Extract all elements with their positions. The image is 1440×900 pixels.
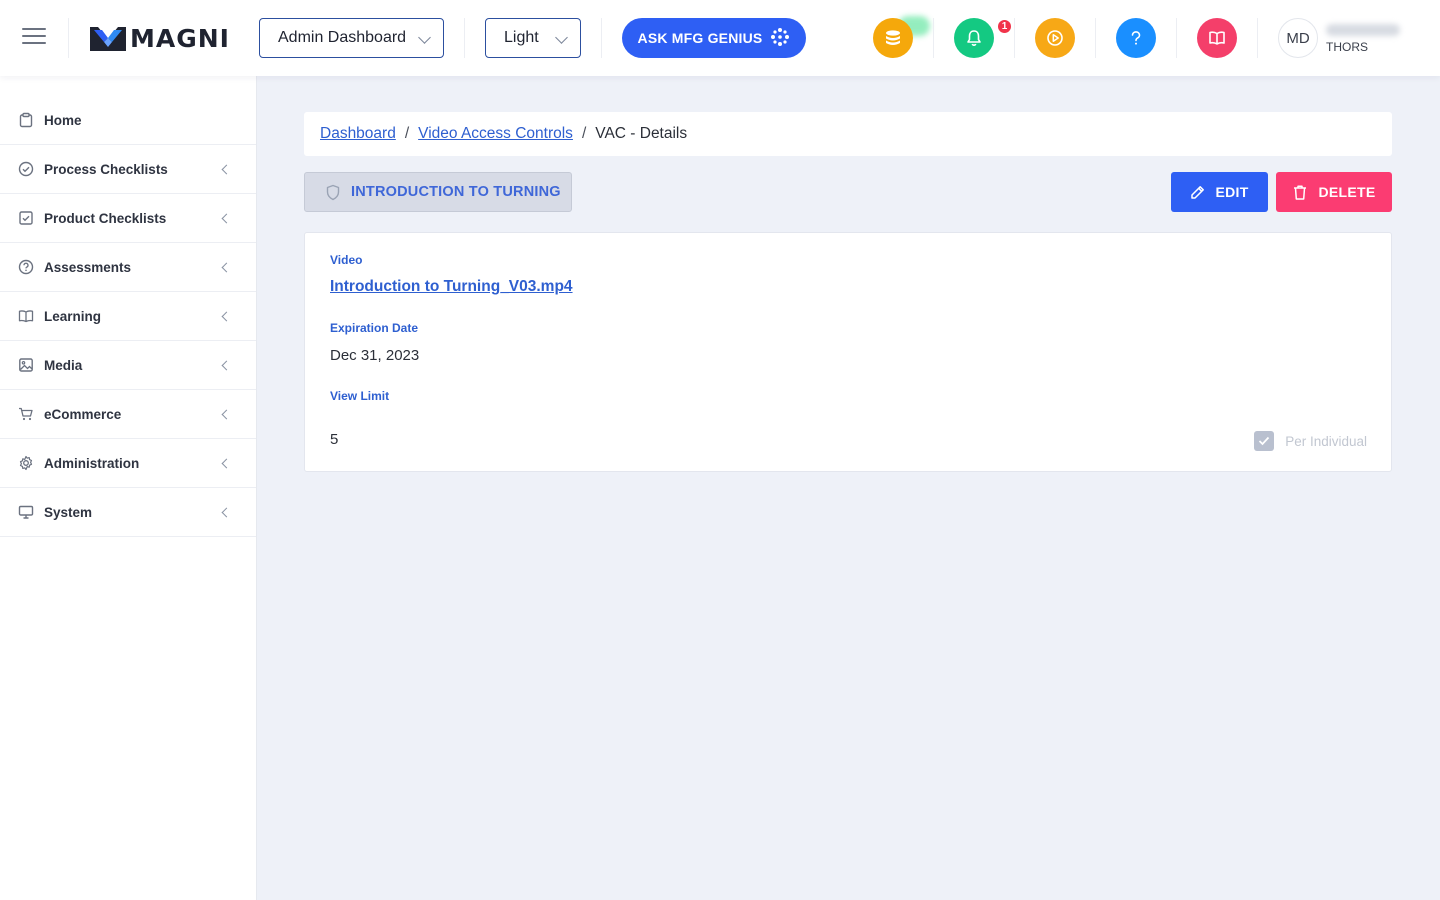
sidebar-item-ecommerce[interactable]: eCommerce <box>0 390 256 439</box>
coins-button[interactable] <box>873 18 913 58</box>
gear-icon <box>18 455 34 471</box>
brand-name: MAGNI <box>130 23 230 53</box>
video-link[interactable]: Introduction to Turning_V03.mp4 <box>330 278 573 296</box>
breadcrumb-current: VAC - Details <box>595 125 688 142</box>
expiration-date-label: Expiration Date <box>330 321 419 335</box>
help-icon <box>1131 31 1141 45</box>
theme-select-value: Light <box>504 29 539 46</box>
view-limit-label: View Limit <box>330 389 390 403</box>
sparkle-icon <box>770 27 790 50</box>
breadcrumb-separator: / <box>581 125 587 142</box>
sidebar: Home Process Checklists Product Checklis… <box>0 76 257 900</box>
header-divider <box>1095 18 1096 58</box>
sidebar-item-label: Process Checklists <box>44 161 168 177</box>
delete-button-label: DELETE <box>1318 184 1376 200</box>
genius-label: ASK MFG GENIUS <box>637 30 763 46</box>
breadcrumb: Dashboard / Video Access Controls / VAC … <box>304 112 1392 156</box>
header-divider <box>933 18 934 58</box>
play-circle-icon <box>1047 30 1063 46</box>
chevron-left-icon <box>221 458 232 469</box>
sidebar-item-label: Media <box>44 357 83 373</box>
sidebar-item-label: Administration <box>44 455 140 471</box>
open-book-icon <box>18 308 34 324</box>
question-circle-icon <box>18 259 34 275</box>
chevron-left-icon <box>221 409 232 420</box>
breadcrumb-link-video-access-controls[interactable]: Video Access Controls <box>418 125 573 143</box>
delete-button[interactable]: DELETE <box>1276 172 1392 212</box>
magni-logo-icon <box>90 27 126 51</box>
chevron-left-icon <box>221 311 232 322</box>
dashboard-select-value: Admin Dashboard <box>278 29 407 46</box>
per-individual-checkbox[interactable] <box>1254 431 1275 451</box>
sidebar-item-label: System <box>44 504 93 520</box>
chevron-left-icon <box>221 507 232 518</box>
view-limit-value: 5 <box>330 431 339 448</box>
notifications-button[interactable] <box>954 18 994 58</box>
page-title-text: INTRODUCTION TO TURNING <box>351 184 561 200</box>
chevron-left-icon <box>221 164 232 175</box>
notification-badge: 1 <box>996 18 1013 35</box>
header-divider <box>68 18 69 58</box>
header-divider <box>1176 18 1177 58</box>
monitor-icon <box>18 504 34 520</box>
sidebar-item-media[interactable]: Media <box>0 341 256 390</box>
chevron-down-icon <box>418 31 431 44</box>
header-divider <box>464 18 465 58</box>
page-title: INTRODUCTION TO TURNING <box>304 172 572 212</box>
expiration-date-value: Dec 31, 2023 <box>330 347 420 364</box>
image-icon <box>18 357 34 373</box>
breadcrumb-separator: / <box>404 125 410 142</box>
top-header: MAGNI Admin Dashboard Light ASK MFG GENI… <box>0 0 1440 76</box>
bell-icon <box>967 30 981 46</box>
vac-details-card: Video Introduction to Turning_V03.mp4 Ex… <box>304 232 1392 472</box>
cart-icon <box>18 406 34 422</box>
header-divider <box>1257 18 1258 58</box>
edit-button[interactable]: EDIT <box>1171 172 1268 212</box>
sidebar-item-system[interactable]: System <box>0 488 256 537</box>
brand-logo[interactable]: MAGNI <box>90 23 230 53</box>
sidebar-item-administration[interactable]: Administration <box>0 439 256 488</box>
checkmark-icon <box>1259 436 1270 446</box>
guide-button[interactable] <box>1197 18 1237 58</box>
sidebar-item-process-checklists[interactable]: Process Checklists <box>0 145 256 194</box>
sidebar-item-label: Home <box>44 112 82 128</box>
sidebar-item-label: Learning <box>44 308 102 324</box>
trash-icon <box>1292 184 1308 201</box>
per-individual-option: Per Individual <box>1254 431 1367 451</box>
coins-icon <box>886 30 900 45</box>
dashboard-select[interactable]: Admin Dashboard <box>259 18 444 58</box>
sidebar-item-label: eCommerce <box>44 406 122 422</box>
user-organization: THORS <box>1326 40 1368 54</box>
video-label: Video <box>330 253 363 267</box>
breadcrumb-link-dashboard[interactable]: Dashboard <box>320 125 396 143</box>
user-avatar[interactable]: MD <box>1278 18 1318 58</box>
ask-mfg-genius-button[interactable]: ASK MFG GENIUS <box>622 18 806 58</box>
chevron-left-icon <box>221 262 232 273</box>
sidebar-item-label: Product Checklists <box>44 210 167 226</box>
sidebar-item-home[interactable]: Home <box>0 96 256 145</box>
theme-select[interactable]: Light <box>485 18 581 58</box>
check-square-icon <box>18 210 34 226</box>
chevron-left-icon <box>221 213 232 224</box>
help-button[interactable] <box>1116 18 1156 58</box>
book-icon <box>1209 31 1225 45</box>
video-button[interactable] <box>1035 18 1075 58</box>
pencil-icon <box>1190 185 1205 200</box>
sidebar-item-product-checklists[interactable]: Product Checklists <box>0 194 256 243</box>
chevron-left-icon <box>221 360 232 371</box>
menu-toggle-icon[interactable] <box>22 28 46 48</box>
chevron-down-icon <box>555 31 568 44</box>
shield-icon <box>325 184 341 201</box>
sidebar-item-learning[interactable]: Learning <box>0 292 256 341</box>
clipboard-icon <box>18 112 34 128</box>
sidebar-item-label: Assessments <box>44 259 132 275</box>
edit-button-label: EDIT <box>1215 184 1249 200</box>
per-individual-label: Per Individual <box>1285 433 1367 449</box>
check-circle-icon <box>18 161 34 177</box>
header-divider <box>1014 18 1015 58</box>
header-divider <box>601 18 602 58</box>
user-name-redacted <box>1326 24 1400 36</box>
sidebar-item-assessments[interactable]: Assessments <box>0 243 256 292</box>
